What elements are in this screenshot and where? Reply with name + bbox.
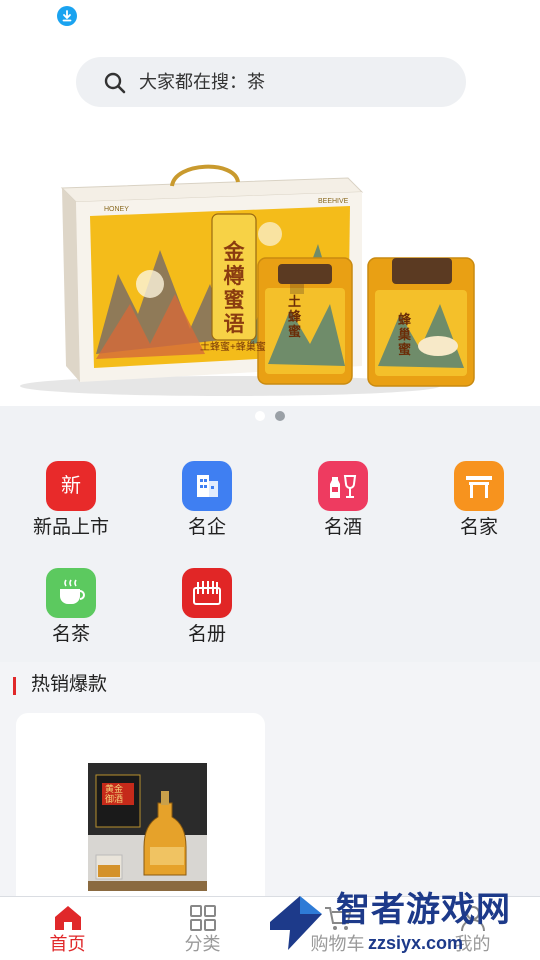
carousel-dots — [0, 406, 540, 426]
search-icon — [104, 72, 126, 94]
category-label: 名企 — [187, 517, 226, 538]
download-icon[interactable] — [57, 6, 77, 26]
banner-title: 金樽蜜语 — [223, 239, 245, 336]
carousel-dot-1[interactable] — [255, 411, 265, 421]
category-new-products[interactable]: 新 新品上市 — [16, 451, 126, 551]
watermark-sub: zzsiyx.com — [368, 933, 464, 953]
search-input[interactable]: 大家都在搜：茶 — [76, 57, 466, 107]
tab-home[interactable]: 首页 — [0, 897, 135, 960]
category-tea[interactable]: 名茶 — [16, 558, 126, 658]
search-placeholder: 大家都在搜：茶 — [139, 72, 265, 92]
new-products-icon-text: 新 — [61, 475, 81, 497]
category-label: 名酒 — [323, 517, 362, 538]
banner-image — [20, 164, 475, 396]
search-area: 大家都在搜：茶 — [0, 34, 540, 154]
product-image — [88, 763, 207, 891]
category-wine[interactable]: 名酒 — [288, 451, 398, 551]
watermark-title: 智者游戏网 — [336, 891, 511, 929]
register-icon — [182, 568, 232, 618]
tab-category[interactable]: 分类 — [135, 897, 270, 960]
section-title: 热销爆款 — [31, 674, 108, 695]
category-masters[interactable]: 名家 — [424, 451, 534, 551]
grid-icon — [190, 905, 216, 931]
banner-carousel[interactable]: 金樽蜜语 土蜂蜜+蜂巢蜜 土蜂蜜 蜂巢蜜 HONEY BEEHIVE — [0, 154, 540, 406]
building-icon — [182, 461, 232, 511]
banner-subtitle: 土蜂蜜+蜂巢蜜 — [200, 342, 266, 353]
category-label: 新品上市 — [32, 517, 109, 538]
jar1-label: 土蜂蜜 — [288, 294, 302, 339]
tea-cup-icon — [46, 568, 96, 618]
brand-left: HONEY — [104, 206, 129, 213]
category-grid: 新 新品上市 名企 名酒 名家 名茶 名册 — [0, 426, 540, 666]
home-icon — [55, 906, 81, 930]
wine-icon — [318, 461, 368, 511]
watermark: 智者游戏网 zzsiyx.com — [260, 888, 540, 960]
brand-right: BEEHIVE — [318, 198, 349, 205]
carousel-dot-2[interactable] — [275, 411, 285, 421]
tab-label: 分类 — [184, 934, 221, 954]
product-caption: 黄金御酒 — [105, 784, 124, 804]
jar2-label: 蜂巢蜜 — [398, 312, 412, 357]
category-label: 名册 — [187, 624, 226, 645]
gate-icon — [454, 461, 504, 511]
category-companies[interactable]: 名企 — [152, 451, 262, 551]
tab-label: 首页 — [49, 934, 86, 954]
product-card[interactable]: 黄金御酒 — [16, 713, 265, 913]
category-label: 名家 — [459, 517, 498, 538]
category-register[interactable]: 名册 — [152, 558, 262, 658]
hot-products-section: 热销爆款 黄金御酒 — [0, 662, 540, 913]
zz-logo-icon — [270, 896, 322, 950]
new-products-icon: 新 — [46, 461, 96, 511]
section-accent-bar — [13, 677, 16, 695]
status-bar — [0, 0, 540, 34]
category-label: 名茶 — [51, 624, 90, 645]
